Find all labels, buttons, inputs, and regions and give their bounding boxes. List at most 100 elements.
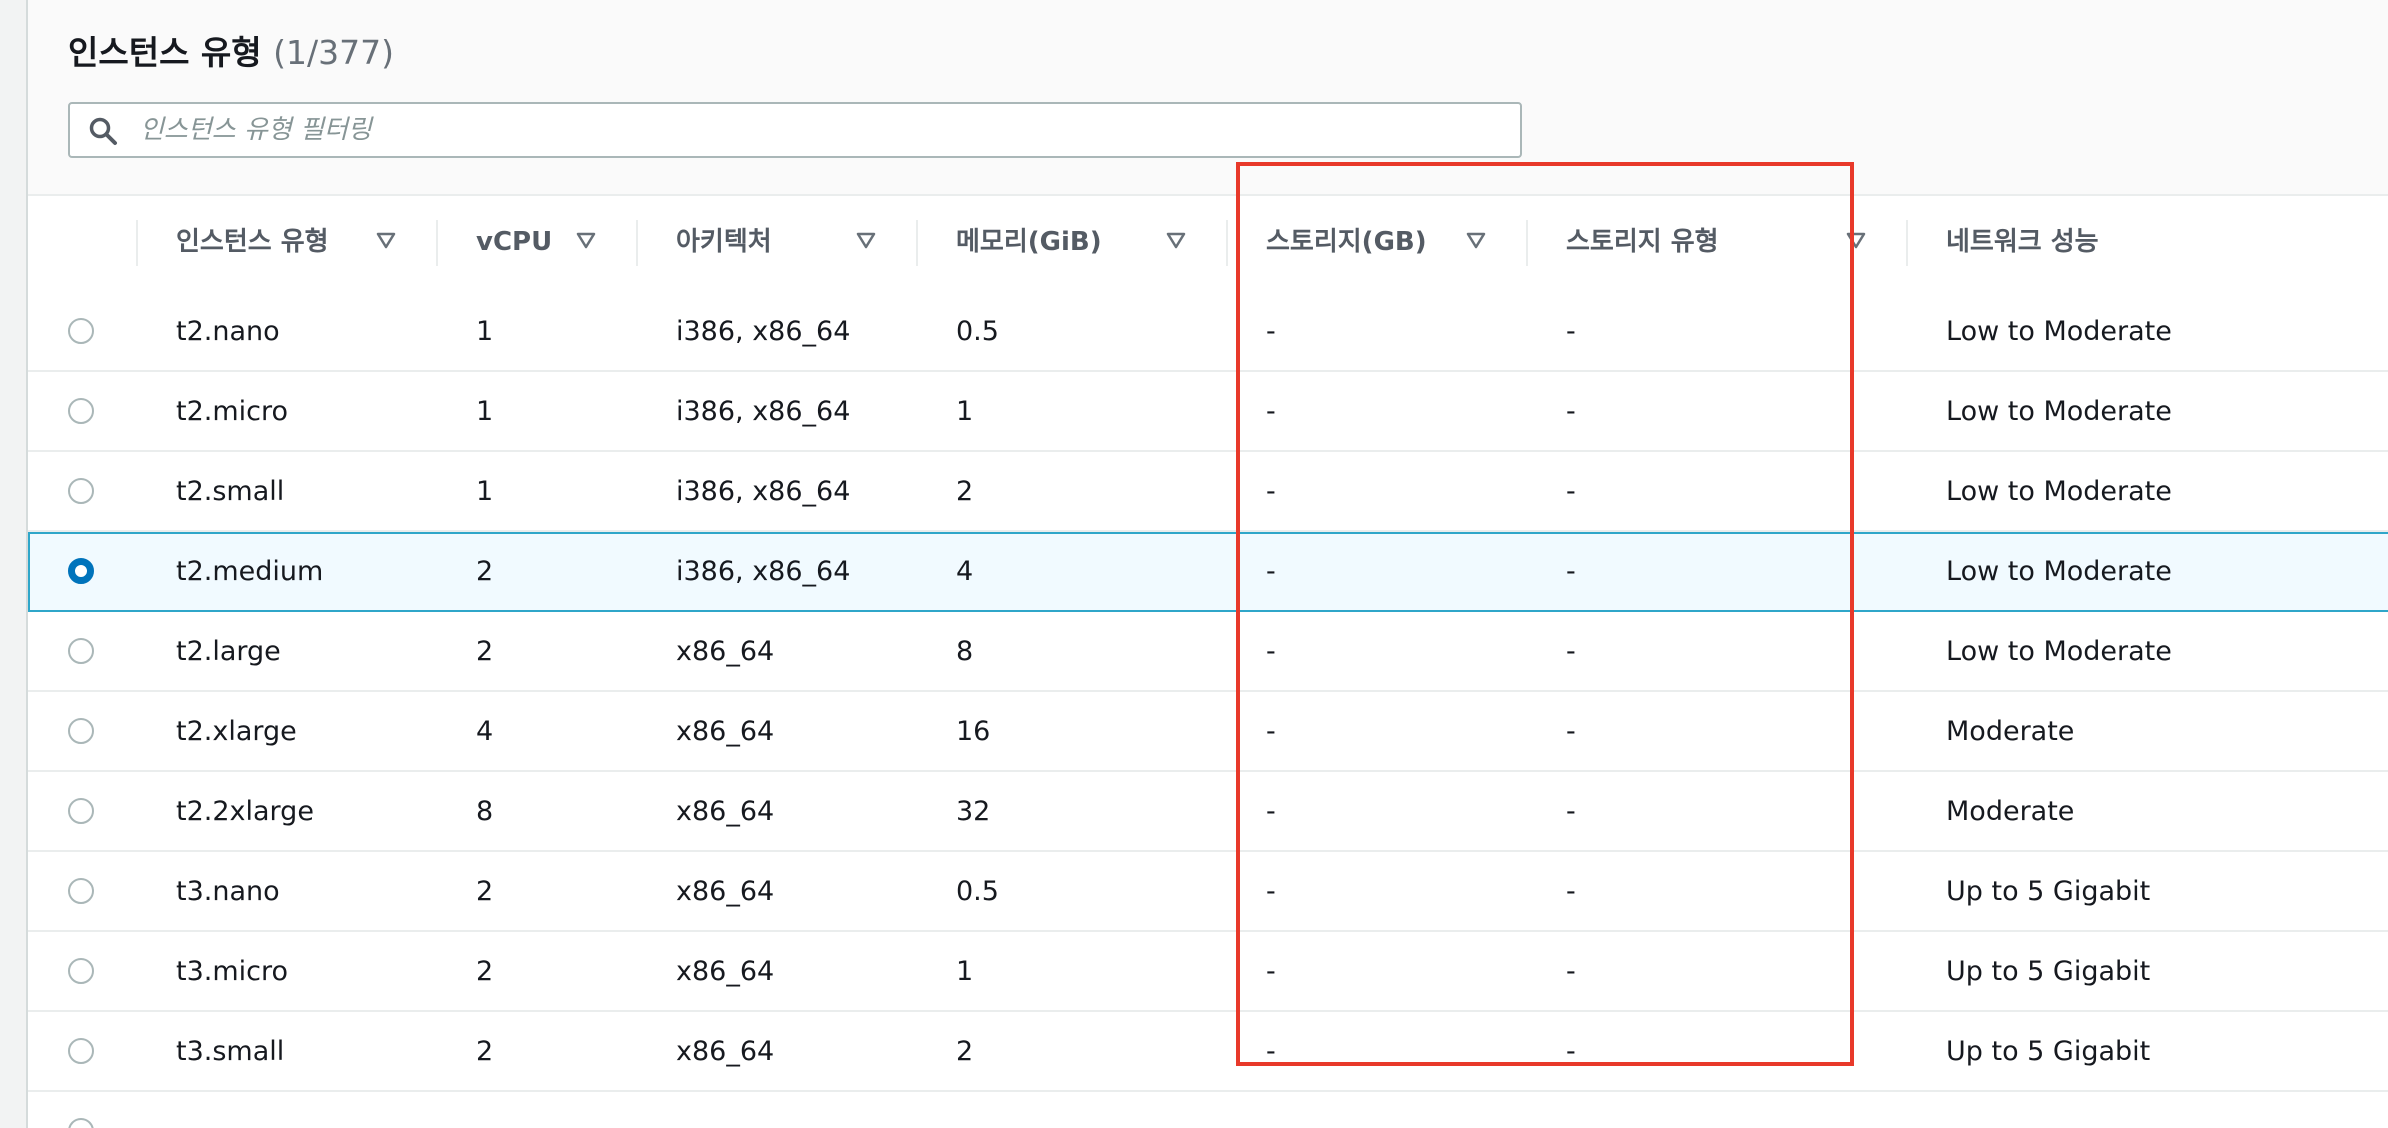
table-row[interactable]: t2.2xlarge 8 x86_64 32 - - Moderate: [28, 772, 2388, 852]
table-row[interactable]: t2.small 1 i386, x86_64 2 - - Low to Mod…: [28, 452, 2388, 532]
column-separator: [1526, 220, 1528, 266]
row-radio[interactable]: [68, 798, 94, 824]
column-header-storage-type[interactable]: 스토리지 유형: [1566, 220, 1719, 264]
cell-storage: -: [1266, 1036, 1276, 1067]
cell-instance-type: t2.large: [176, 636, 281, 667]
column-header-instance-type[interactable]: 인스턴스 유형: [176, 220, 329, 264]
table-row[interactable]: t3.nano 2 x86_64 0.5 - - Up to 5 Gigabit: [28, 852, 2388, 932]
column-separator: [1906, 220, 1908, 266]
table-row-partial[interactable]: [28, 1092, 2388, 1128]
cell-network: Low to Moderate: [1946, 476, 2172, 507]
column-header-network[interactable]: 네트워크 성능: [1946, 220, 2099, 264]
sort-icon[interactable]: [1846, 230, 1866, 250]
cell-architecture: x86_64: [676, 796, 775, 827]
cell-storage-type: -: [1566, 396, 1576, 427]
column-separator: [136, 220, 138, 266]
table-row-selected[interactable]: t2.medium 2 i386, x86_64 4 - - Low to Mo…: [28, 532, 2388, 612]
cell-vcpu: 1: [476, 396, 494, 427]
cell-network: Up to 5 Gigabit: [1946, 876, 2151, 907]
row-radio[interactable]: [68, 1118, 94, 1128]
sort-icon[interactable]: [856, 230, 876, 250]
cell-architecture: x86_64: [676, 956, 775, 987]
cell-vcpu: 2: [476, 876, 494, 907]
column-header-vcpu[interactable]: vCPU: [476, 220, 552, 264]
cell-storage: -: [1266, 476, 1276, 507]
cell-storage: -: [1266, 796, 1276, 827]
cell-instance-type: t2.micro: [176, 396, 289, 427]
sort-icon[interactable]: [1466, 230, 1486, 250]
selection-count: (1/377): [273, 33, 395, 72]
table-row[interactable]: t3.small 2 x86_64 2 - - Up to 5 Gigabit: [28, 1012, 2388, 1092]
cell-network: Low to Moderate: [1946, 316, 2172, 347]
cell-vcpu: 2: [476, 956, 494, 987]
table-row[interactable]: t2.xlarge 4 x86_64 16 - - Moderate: [28, 692, 2388, 772]
row-radio[interactable]: [68, 398, 94, 424]
instance-types-panel: 인스턴스 유형 (1/377) 인스턴스 유형 vCPU 아키텍처 메모리(Gi…: [26, 0, 2388, 1128]
panel-header: 인스턴스 유형 (1/377) 인스턴스 유형 vCPU 아키텍처 메모리(Gi…: [28, 0, 2388, 266]
cell-memory: 16: [956, 716, 991, 747]
column-header-memory[interactable]: 메모리(GiB): [956, 220, 1102, 264]
row-radio-selected[interactable]: [68, 558, 94, 584]
column-header-storage[interactable]: 스토리지(GB): [1266, 220, 1427, 264]
row-radio[interactable]: [68, 318, 94, 344]
table-row[interactable]: t2.large 2 x86_64 8 - - Low to Moderate: [28, 612, 2388, 692]
sort-icon[interactable]: [376, 230, 396, 250]
table-row[interactable]: t2.nano 1 i386, x86_64 0.5 - - Low to Mo…: [28, 292, 2388, 372]
cell-vcpu: 2: [476, 636, 494, 667]
cell-storage-type: -: [1566, 556, 1576, 587]
cell-vcpu: 1: [476, 316, 494, 347]
column-header-architecture[interactable]: 아키텍처: [676, 220, 772, 264]
cell-vcpu: 8: [476, 796, 494, 827]
search-input[interactable]: [140, 112, 1500, 148]
row-radio[interactable]: [68, 958, 94, 984]
cell-vcpu: 1: [476, 476, 494, 507]
cell-architecture: x86_64: [676, 876, 775, 907]
cell-network: Low to Moderate: [1946, 556, 2172, 587]
cell-vcpu: 4: [476, 716, 494, 747]
cell-architecture: i386, x86_64: [676, 316, 851, 347]
cell-storage-type: -: [1566, 636, 1576, 667]
cell-storage: -: [1266, 316, 1276, 347]
cell-instance-type: t2.xlarge: [176, 716, 297, 747]
sort-icon[interactable]: [1166, 230, 1186, 250]
cell-storage-type: -: [1566, 476, 1576, 507]
cell-instance-type: t3.nano: [176, 876, 280, 907]
cell-storage-type: -: [1566, 876, 1576, 907]
column-separator: [916, 220, 918, 266]
cell-vcpu: 2: [476, 1036, 494, 1067]
cell-storage: -: [1266, 876, 1276, 907]
cell-storage-type: -: [1566, 316, 1576, 347]
row-radio[interactable]: [68, 718, 94, 744]
cell-network: Low to Moderate: [1946, 636, 2172, 667]
sort-icon[interactable]: [576, 230, 596, 250]
cell-storage-type: -: [1566, 716, 1576, 747]
cell-network: Moderate: [1946, 796, 2075, 827]
filter-search-box[interactable]: [68, 102, 1522, 158]
cell-instance-type: t3.small: [176, 1036, 285, 1067]
cell-storage: -: [1266, 956, 1276, 987]
row-radio[interactable]: [68, 478, 94, 504]
cell-instance-type: t3.micro: [176, 956, 289, 987]
cell-instance-type: t2.small: [176, 476, 285, 507]
row-radio[interactable]: [68, 878, 94, 904]
page-title: 인스턴스 유형 (1/377): [68, 26, 394, 74]
cell-storage: -: [1266, 556, 1276, 587]
cell-memory: 32: [956, 796, 991, 827]
title-text: 인스턴스 유형: [68, 33, 262, 72]
cell-storage-type: -: [1566, 796, 1576, 827]
cell-memory: 0.5: [956, 316, 999, 347]
cell-architecture: i386, x86_64: [676, 556, 851, 587]
cell-network: Up to 5 Gigabit: [1946, 1036, 2151, 1067]
cell-memory: 1: [956, 956, 974, 987]
cell-storage: -: [1266, 396, 1276, 427]
cell-instance-type: t2.2xlarge: [176, 796, 314, 827]
row-radio[interactable]: [68, 1038, 94, 1064]
table-row[interactable]: t2.micro 1 i386, x86_64 1 - - Low to Mod…: [28, 372, 2388, 452]
cell-storage: -: [1266, 636, 1276, 667]
row-radio[interactable]: [68, 638, 94, 664]
cell-memory: 1: [956, 396, 974, 427]
cell-architecture: x86_64: [676, 1036, 775, 1067]
table-row[interactable]: t3.micro 2 x86_64 1 - - Up to 5 Gigabit: [28, 932, 2388, 1012]
cell-memory: 8: [956, 636, 974, 667]
cell-memory: 2: [956, 476, 974, 507]
